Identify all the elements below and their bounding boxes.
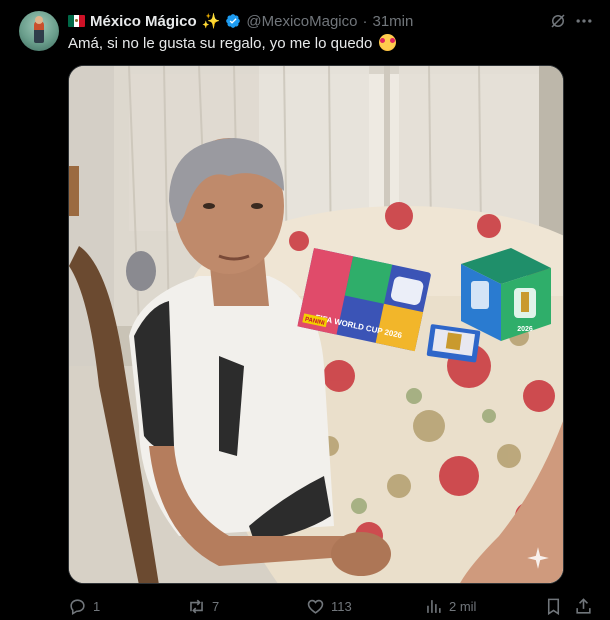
more-horizontal-icon[interactable] (574, 11, 594, 31)
timestamp[interactable]: 31min (372, 13, 413, 30)
grok-icon[interactable] (549, 12, 567, 30)
mexico-flag-icon (68, 15, 85, 27)
tweet-header: México Mágico ✨ @MexicoMagico · 31min (68, 11, 413, 31)
sparkle-icon (525, 545, 551, 571)
heart-icon (307, 599, 324, 614)
reply-icon (70, 598, 85, 615)
like-button[interactable]: 113 (306, 595, 352, 617)
views-count: 2 mil (449, 598, 477, 614)
photo-illustration: FIFA WORLD CUP 2026 PANINI 2026 (69, 66, 563, 583)
views-button[interactable]: 2 mil (424, 595, 476, 617)
repost-count: 7 (212, 598, 220, 614)
verified-badge-icon[interactable] (225, 13, 241, 29)
reply-button[interactable]: 1 (68, 595, 100, 617)
smiling-face-with-hearts-icon (378, 34, 396, 51)
user-handle[interactable]: @MexicoMagico (246, 13, 357, 30)
tweet-photo[interactable]: FIFA WORLD CUP 2026 PANINI 2026 (68, 65, 564, 584)
repost-icon (190, 599, 203, 613)
sparkles-icon: ✨ (201, 13, 221, 30)
share-button[interactable] (574, 595, 593, 617)
avatar[interactable] (19, 11, 59, 51)
tweet-actions: 1 7 113 2 mil (68, 595, 594, 617)
share-icon (576, 597, 591, 614)
bookmark-icon (547, 598, 560, 615)
avatar-figure-head (35, 16, 43, 24)
tweet-text-content: Amá, si no le gusta su regalo, yo me lo … (68, 35, 373, 52)
reply-count: 1 (93, 598, 101, 614)
tweet[interactable]: México Mágico ✨ @MexicoMagico · 31min Am… (0, 0, 610, 620)
header-separator: · (362, 12, 368, 30)
avatar-figure (34, 21, 44, 43)
display-name[interactable]: México Mágico (90, 13, 197, 30)
bookmark-button[interactable] (544, 595, 563, 617)
box-year: 2026 (517, 326, 533, 333)
tweet-text: Amá, si no le gusta su regalo, yo me lo … (68, 34, 396, 52)
like-count: 113 (331, 598, 352, 614)
repost-button[interactable]: 7 (187, 595, 219, 617)
views-bar-chart-icon (427, 599, 441, 613)
